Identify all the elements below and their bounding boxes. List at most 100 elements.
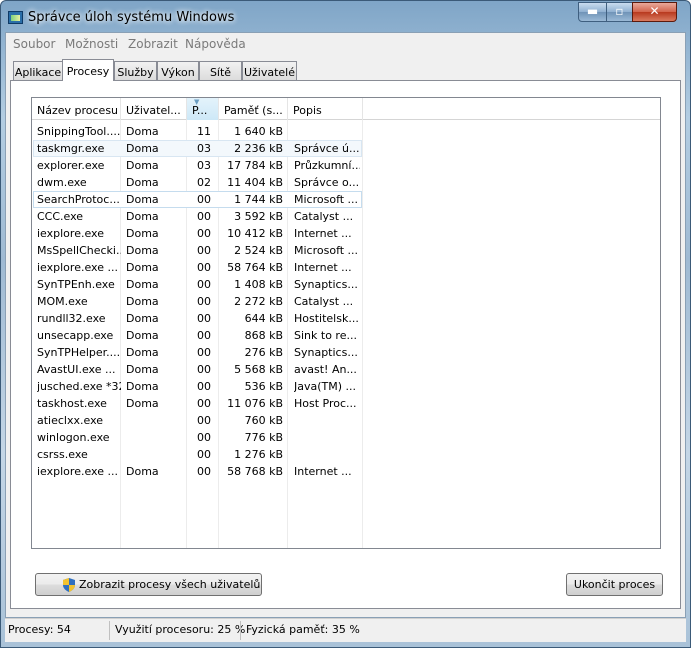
cell-process-name: rundll32.exe bbox=[37, 312, 106, 325]
cell-cpu: 00 bbox=[197, 329, 211, 342]
menu-napoveda[interactable]: Nápověda bbox=[185, 37, 246, 51]
cell-cpu: 00 bbox=[197, 261, 211, 274]
table-row[interactable]: iexplore.exe ... Doma 00 58 768 kB Internet … bbox=[32, 463, 660, 480]
table-row[interactable]: MOM.exe Doma 00 2 272 kB Catalyst ... bbox=[32, 293, 660, 310]
cell-cpu: 00 bbox=[197, 210, 211, 223]
process-list[interactable]: Název procesu Uživatel... ▼ P... Paměť (… bbox=[31, 97, 661, 549]
table-row[interactable]: CCC.exe Doma 00 3 592 kB Catalyst ... bbox=[32, 208, 660, 225]
cell-memory: 17 784 kB bbox=[227, 159, 283, 172]
cell-description: Microsoft ... bbox=[294, 244, 359, 257]
cell-memory: 58 768 kB bbox=[227, 465, 283, 478]
status-divider bbox=[240, 621, 241, 640]
cell-memory: 1 744 kB bbox=[234, 193, 283, 206]
cell-cpu: 02 bbox=[197, 176, 211, 189]
table-row[interactable]: jusched.exe *32 Doma 00 536 kB Java(TM) ... bbox=[32, 378, 660, 395]
cell-user-name: Doma bbox=[126, 278, 159, 291]
column-header-user[interactable]: Uživatel... bbox=[121, 98, 187, 120]
cell-user-name: Doma bbox=[126, 159, 159, 172]
tab-vykon[interactable]: Výkon bbox=[157, 61, 199, 80]
list-header: Název procesu Uživatel... ▼ P... Paměť (… bbox=[32, 98, 660, 120]
cell-cpu: 00 bbox=[197, 312, 211, 325]
cell-user-name: Doma bbox=[126, 312, 159, 325]
cell-memory: 2 272 kB bbox=[234, 295, 283, 308]
cell-memory: 2 524 kB bbox=[234, 244, 283, 257]
table-row[interactable]: atieclxx.exe 00 760 kB bbox=[32, 412, 660, 429]
table-row[interactable]: csrss.exe 00 1 276 kB bbox=[32, 446, 660, 463]
cell-memory: 1 408 kB bbox=[234, 278, 283, 291]
minimize-button[interactable]: ▬ bbox=[578, 2, 607, 22]
cell-cpu: 00 bbox=[197, 193, 211, 206]
cell-cpu: 11 bbox=[197, 125, 211, 138]
tab-procesy[interactable]: Procesy bbox=[62, 59, 114, 81]
table-row[interactable]: dwm.exe Doma 02 11 404 kB Správce o... bbox=[32, 174, 660, 191]
tab-sluzby[interactable]: Služby bbox=[114, 61, 157, 80]
table-row[interactable]: unsecapp.exe Doma 00 868 kB Sink to re... bbox=[32, 327, 660, 344]
table-row[interactable]: taskhost.exe Doma 00 11 076 kB Host Proc... bbox=[32, 395, 660, 412]
table-row[interactable]: SearchProtoc... Doma 00 1 744 kB Microsoft .… bbox=[32, 191, 660, 208]
cell-user-name: Doma bbox=[126, 142, 159, 155]
table-row[interactable]: SnippingTool.... Doma 11 1 640 kB bbox=[32, 123, 660, 140]
cell-memory: 2 236 kB bbox=[234, 142, 283, 155]
cell-cpu: 00 bbox=[197, 278, 211, 291]
table-row[interactable]: MsSpellChecki... Doma 00 2 524 kB Microsoft … bbox=[32, 242, 660, 259]
cell-cpu: 00 bbox=[197, 380, 211, 393]
cell-process-name: taskhost.exe bbox=[37, 397, 107, 410]
title-bar[interactable]: Správce úloh systému Windows ▬ ▫ ✕ bbox=[1, 1, 690, 33]
menu-soubor[interactable]: Soubor bbox=[13, 37, 55, 51]
table-row[interactable]: explorer.exe Doma 03 17 784 kB Průzkumní... bbox=[32, 157, 660, 174]
cell-cpu: 03 bbox=[197, 159, 211, 172]
cell-memory: 10 412 kB bbox=[227, 227, 283, 240]
window-title: Správce úloh systému Windows bbox=[28, 10, 235, 25]
cell-memory: 644 kB bbox=[244, 312, 283, 325]
menu-moznosti[interactable]: Možnosti bbox=[65, 37, 118, 51]
cell-user-name: Doma bbox=[126, 363, 159, 376]
cell-description: Synaptics... bbox=[294, 346, 358, 359]
cell-description: Správce ú... bbox=[294, 142, 360, 155]
table-row[interactable]: SynTPEnh.exe Doma 00 1 408 kB Synaptics... bbox=[32, 276, 660, 293]
cell-cpu: 00 bbox=[197, 295, 211, 308]
table-row[interactable]: iexplore.exe Doma 00 10 412 kB Internet ... bbox=[32, 225, 660, 242]
cell-cpu: 00 bbox=[197, 414, 211, 427]
cell-process-name: taskmgr.exe bbox=[37, 142, 105, 155]
cell-description: Catalyst ... bbox=[294, 295, 354, 308]
tab-site[interactable]: Sítě bbox=[199, 61, 242, 80]
table-row[interactable]: iexplore.exe ... Doma 00 58 764 kB Internet … bbox=[32, 259, 660, 276]
cell-memory: 276 kB bbox=[244, 346, 283, 359]
close-button[interactable]: ✕ bbox=[632, 2, 677, 22]
cell-user-name: Doma bbox=[126, 295, 159, 308]
table-row[interactable]: rundll32.exe Doma 00 644 kB Hostitelsk... bbox=[32, 310, 660, 327]
show-all-users-button[interactable]: Zobrazit procesy všech uživatelů bbox=[35, 573, 262, 596]
tab-aplikace[interactable]: Aplikace bbox=[13, 61, 63, 80]
cell-description: Průzkumní... bbox=[294, 159, 360, 172]
cell-description: Internet ... bbox=[294, 227, 352, 240]
task-manager-window: Správce úloh systému Windows ▬ ▫ ✕ Soubo… bbox=[0, 0, 691, 648]
maximize-button[interactable]: ▫ bbox=[606, 2, 633, 22]
column-header-cpu[interactable]: ▼ P... bbox=[187, 98, 219, 120]
show-all-users-label: Zobrazit procesy všech uživatelů bbox=[79, 578, 261, 591]
cell-process-name: winlogon.exe bbox=[37, 431, 110, 444]
table-row[interactable]: winlogon.exe 00 776 kB bbox=[32, 429, 660, 446]
column-header-description[interactable]: Popis bbox=[288, 98, 363, 120]
cell-process-name: MOM.exe bbox=[37, 295, 88, 308]
menu-bar: Soubor Možnosti Zobrazit Nápověda bbox=[6, 33, 685, 54]
table-row[interactable]: AvastUI.exe ... Doma 00 5 568 kB avast! An..… bbox=[32, 361, 660, 378]
cell-memory: 1 640 kB bbox=[234, 125, 283, 138]
column-header-memory[interactable]: Paměť (s... bbox=[219, 98, 288, 120]
cell-user-name: Doma bbox=[126, 261, 159, 274]
cell-cpu: 03 bbox=[197, 142, 211, 155]
cell-cpu: 00 bbox=[197, 465, 211, 478]
cell-process-name: CCC.exe bbox=[37, 210, 84, 223]
cell-memory: 868 kB bbox=[244, 329, 283, 342]
cell-process-name: SynTPEnh.exe bbox=[37, 278, 115, 291]
table-row[interactable]: SynTPHelper.... Doma 00 276 kB Synaptics... bbox=[32, 344, 660, 361]
status-cpu-usage: Využití procesoru: 25 % bbox=[115, 623, 246, 636]
client-area: Soubor Možnosti Zobrazit Nápověda Aplika… bbox=[5, 32, 686, 618]
end-process-button[interactable]: Ukončit proces bbox=[566, 573, 663, 596]
tab-uzivatele[interactable]: Uživatelé bbox=[242, 61, 297, 80]
cell-description: avast! An... bbox=[294, 363, 357, 376]
cell-process-name: SearchProtoc... bbox=[37, 193, 120, 206]
menu-zobrazit[interactable]: Zobrazit bbox=[128, 37, 178, 51]
column-header-name[interactable]: Název procesu bbox=[32, 98, 121, 120]
cell-description: Internet ... bbox=[294, 465, 352, 478]
table-row[interactable]: taskmgr.exe Doma 03 2 236 kB Správce ú... bbox=[32, 140, 660, 157]
